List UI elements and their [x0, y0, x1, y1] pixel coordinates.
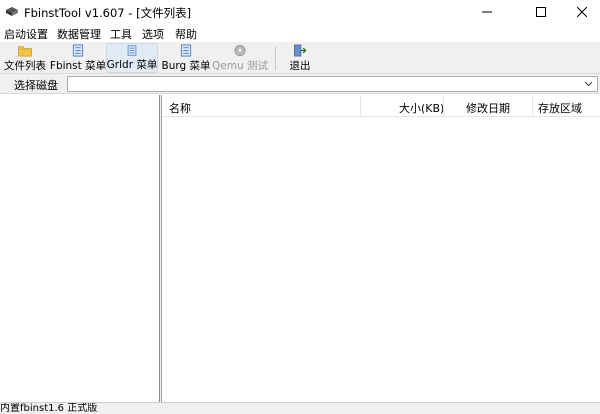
- column-name[interactable]: 名称: [169, 100, 191, 116]
- folder-icon: [18, 46, 32, 57]
- burg-menu-button[interactable]: Burg 菜单: [161, 43, 211, 73]
- toolbar-separator: [275, 46, 276, 70]
- column-size[interactable]: 大小(KB): [399, 100, 444, 116]
- file-list-button[interactable]: 文件列表: [1, 43, 49, 73]
- file-list-header: 名称 大小(KB) 修改日期 存放区域: [163, 95, 600, 117]
- exit-label: 退出: [289, 60, 311, 72]
- file-list-pane[interactable]: 名称 大小(KB) 修改日期 存放区域: [163, 95, 600, 402]
- pane-splitter[interactable]: [160, 95, 162, 402]
- menu-page-icon: [180, 44, 192, 57]
- menu-boot-settings[interactable]: 启动设置: [4, 26, 48, 42]
- menu-page-icon: [72, 44, 84, 57]
- grldr-menu-button[interactable]: Grldr 菜单: [106, 43, 158, 73]
- menu-page-icon: [127, 45, 137, 56]
- menu-help[interactable]: 帮助: [175, 26, 197, 42]
- partition-tree-pane[interactable]: [0, 95, 160, 402]
- qemu-icon: [234, 45, 246, 56]
- qemu-test-button[interactable]: Qemu 测试: [212, 43, 268, 73]
- file-list-label: 文件列表: [4, 60, 46, 72]
- app-drive-icon: [6, 7, 18, 16]
- exit-icon: [294, 44, 307, 57]
- title-bar[interactable]: FbinstTool v1.607 - [文件列表]: [0, 0, 600, 24]
- toolbar: 文件列表 Fbinst 菜单 Grldr 菜单 Burg 菜单 Qemu 测试 …: [0, 42, 600, 74]
- close-icon: [577, 7, 587, 17]
- exit-button[interactable]: 退出: [284, 43, 316, 73]
- column-divider[interactable]: [360, 95, 361, 117]
- maximize-icon: [536, 7, 546, 17]
- status-bar: 内置fbinst1.6 正式版: [0, 402, 600, 414]
- column-modified-date[interactable]: 修改日期: [466, 100, 510, 116]
- fbinst-menu-label: Fbinst 菜单: [49, 60, 107, 72]
- menu-bar: 启动设置 数据管理 工具 选项 帮助: [0, 24, 600, 42]
- menu-data-management[interactable]: 数据管理: [57, 26, 101, 42]
- status-text: 内置fbinst1.6 正式版: [0, 403, 98, 414]
- column-storage-area[interactable]: 存放区域: [538, 100, 582, 116]
- disk-select-bar: 选择磁盘: [0, 74, 600, 94]
- close-button[interactable]: [564, 0, 600, 24]
- minimize-button[interactable]: [464, 0, 510, 24]
- chevron-down-icon: [584, 81, 593, 87]
- window-title: FbinstTool v1.607 - [文件列表]: [24, 6, 192, 20]
- disk-select-label: 选择磁盘: [14, 79, 58, 92]
- fbinst-menu-button[interactable]: Fbinst 菜单: [49, 43, 107, 73]
- column-divider[interactable]: [443, 95, 444, 117]
- menu-tools[interactable]: 工具: [110, 26, 132, 42]
- qemu-test-label: Qemu 测试: [212, 60, 268, 72]
- column-divider[interactable]: [532, 95, 533, 117]
- minimize-icon: [482, 11, 492, 13]
- burg-menu-label: Burg 菜单: [161, 60, 211, 72]
- maximize-button[interactable]: [518, 0, 564, 24]
- grldr-menu-label: Grldr 菜单: [106, 59, 158, 71]
- disk-select-dropdown[interactable]: [67, 76, 598, 92]
- menu-options[interactable]: 选项: [142, 26, 164, 42]
